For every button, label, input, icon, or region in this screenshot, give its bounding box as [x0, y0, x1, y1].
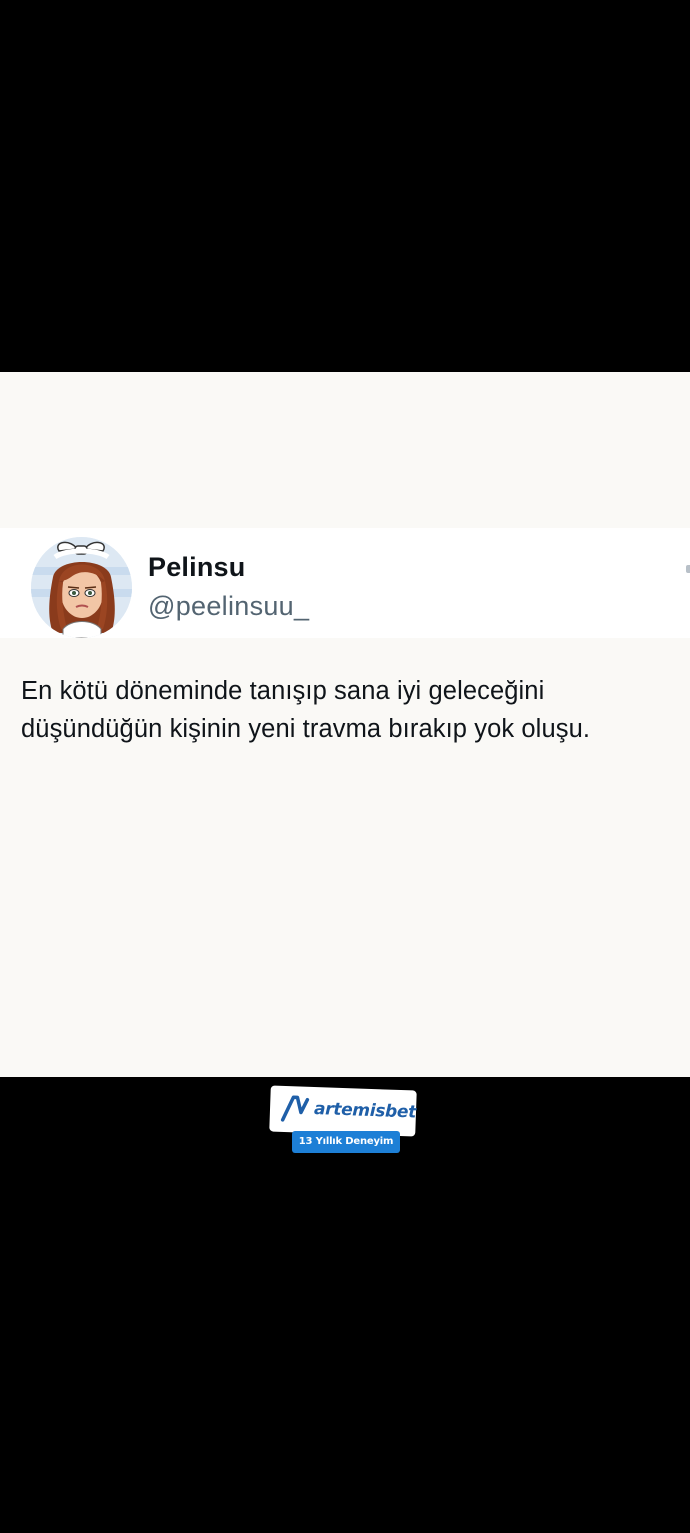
avatar[interactable] — [31, 537, 132, 638]
tweet-text-line-2: düşündüğün kişinin yeni travma bırakıp y… — [21, 715, 591, 743]
watermark-brand: artemisbet — [313, 1098, 417, 1123]
tweet-screenshot: Pelinsu @peelinsuu_ En kötü döneminde ta… — [0, 372, 690, 1077]
tweet-text-line-1: En kötü döneminde tanışıp sana iyi gelec… — [21, 677, 545, 705]
watermark-tagline: 13 Yıllık Deneyim — [292, 1131, 400, 1153]
watermark-logo: artemisbet — [269, 1085, 417, 1137]
tweet-text: En kötü döneminde tanışıp sana iyi gelec… — [21, 672, 671, 748]
artemisbet-logo-icon — [280, 1095, 310, 1122]
screen: Pelinsu @peelinsuu_ En kötü döneminde ta… — [0, 0, 690, 1533]
display-name[interactable]: Pelinsu — [148, 552, 245, 583]
user-handle[interactable]: @peelinsuu_ — [148, 591, 309, 622]
cartoon-girl-avatar-icon — [31, 537, 132, 638]
top-black-bar — [0, 0, 690, 372]
edge-indicator — [686, 565, 690, 573]
